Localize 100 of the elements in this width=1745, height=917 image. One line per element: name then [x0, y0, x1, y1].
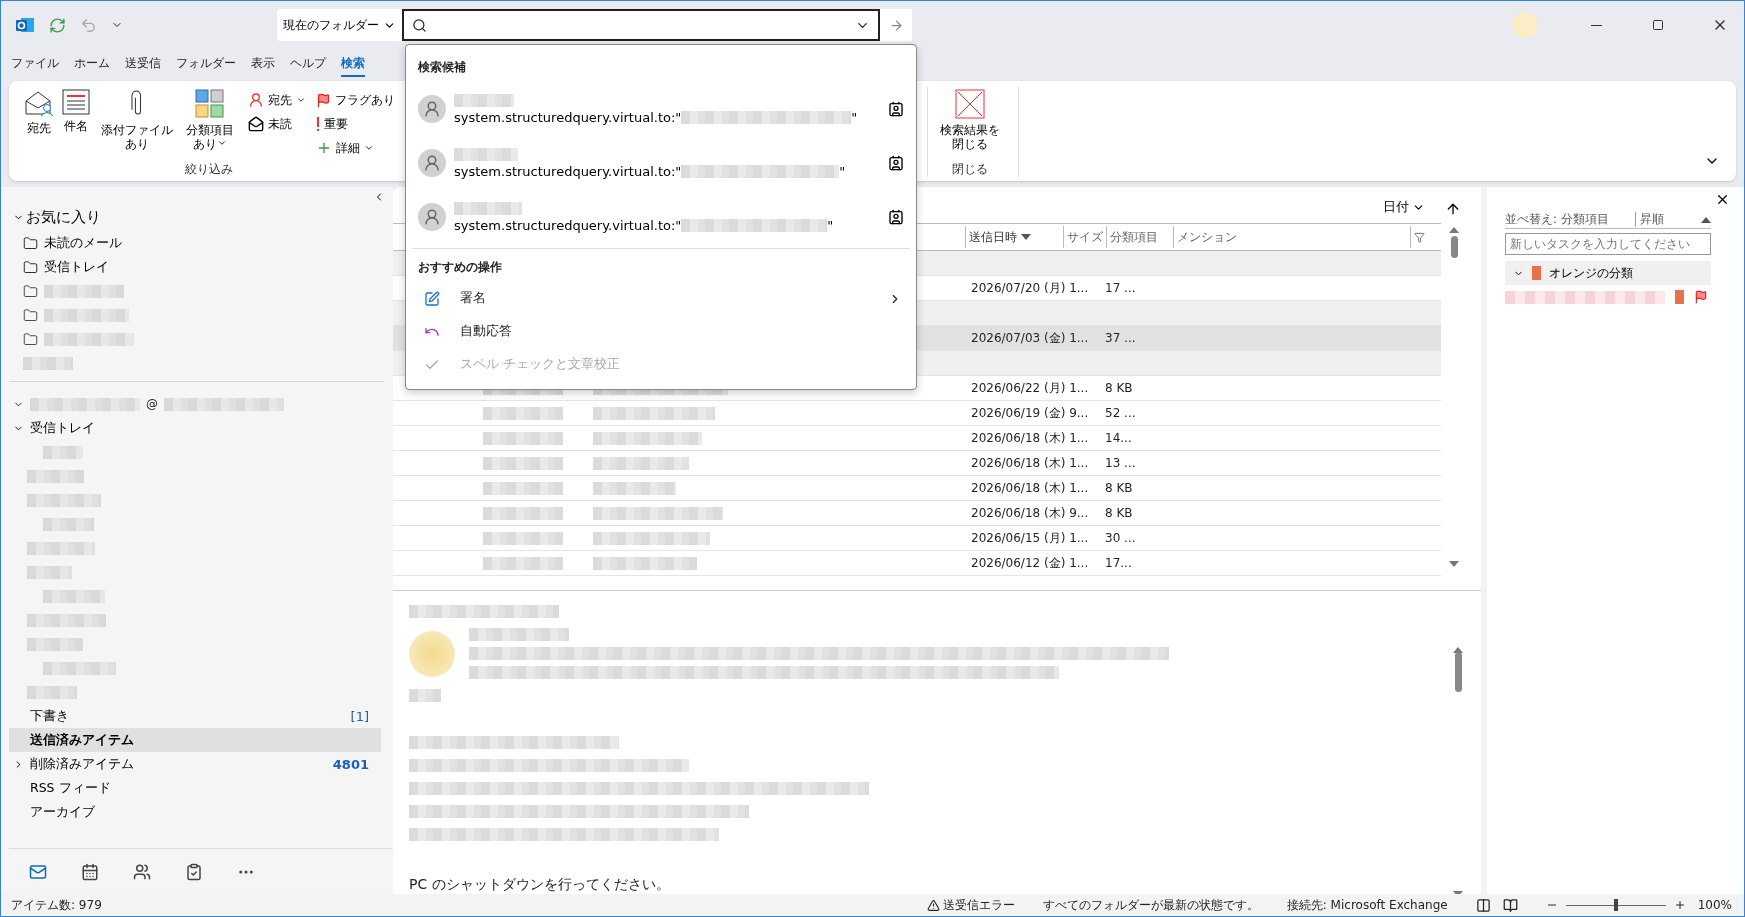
menu-tab[interactable]: フォルダー [176, 51, 236, 77]
redacted-text [454, 201, 522, 215]
size-cell-text: 30 ... [1104, 531, 1136, 545]
person-avatar-icon [418, 95, 446, 123]
caret-icon [296, 95, 307, 105]
scroll-up-icon [1449, 227, 1459, 233]
sent-date-cell-text: 2026/06/22 (月) 1... [970, 379, 1090, 397]
menu-tab[interactable]: ヘルプ [290, 51, 326, 77]
close-icon [954, 89, 985, 119]
sort-by-button[interactable]: 並べ替え: 分類項目 [1505, 212, 1635, 227]
flag-icon [1694, 290, 1708, 304]
folder-item[interactable]: アーカイブ [9, 800, 381, 824]
query-text: system.structuredquery.virtual.to:" [454, 217, 682, 233]
folder-icon [23, 331, 38, 347]
folder-icon [23, 307, 38, 323]
redacted-text [27, 685, 77, 699]
menu-tab[interactable]: 表示 [251, 51, 275, 77]
column-header[interactable]: サイズ [1062, 226, 1106, 248]
ribbon-button[interactable]: 添付ファイルあり [95, 87, 179, 162]
contact-card-icon [888, 155, 904, 171]
column-header[interactable]: メンション [1173, 226, 1411, 248]
ribbon-button[interactable]: 検索結果を閉じる [934, 87, 1006, 162]
search-scope-dropdown[interactable]: 現在のフォルダー [277, 9, 402, 41]
size-cell-text: 52 ... [1104, 406, 1136, 420]
redacted-text [43, 445, 83, 459]
size-cell-text: 8 KB [1104, 381, 1133, 395]
reading-view-icon[interactable] [1502, 897, 1518, 913]
color-squares-icon [195, 89, 226, 119]
error-status[interactable]: 送受信エラー [926, 896, 1015, 914]
search-icon [412, 17, 427, 33]
menu-tab[interactable]: ホーム [74, 51, 110, 77]
section-title: おすすめの操作 [417, 259, 503, 276]
redacted-text [454, 93, 514, 107]
undo-icon[interactable] [80, 16, 97, 34]
favorites-header[interactable]: お気に入り [9, 203, 105, 231]
folder-item[interactable]: 送信済みアイテム [9, 728, 381, 752]
contact-suggestion[interactable]: system.structuredquery.virtual.to:" " [406, 136, 916, 190]
normal-view-icon[interactable] [1475, 897, 1491, 913]
zoom-level: 100% [1697, 898, 1732, 912]
scroll-down-icon [1449, 561, 1459, 567]
sync-icon[interactable] [49, 16, 66, 34]
scrollbar-thumb[interactable] [1450, 236, 1458, 258]
menu-tab[interactable]: 検索 [341, 51, 365, 77]
sort-order-button[interactable]: 昇順 [1635, 212, 1664, 227]
sent-date-cell-text: 2026/06/15 (月) 1... [970, 529, 1090, 547]
query-text: " [827, 217, 834, 233]
new-task-field[interactable]: 新しいタスクを入力してください [1505, 233, 1711, 255]
sent-date-cell-text: 2026/06/18 (木) 1... [970, 454, 1090, 472]
folder-item[interactable]: RSS フィード [9, 776, 381, 800]
favorite-folder[interactable]: 未読のメール [9, 231, 381, 255]
folder-icon [23, 259, 38, 275]
contact-suggestion[interactable]: system.structuredquery.virtual.to:" " [406, 82, 916, 136]
ribbon-button[interactable]: フラグあり [314, 89, 398, 111]
flag-filter-icon [1414, 231, 1426, 243]
scrollbar[interactable] [1451, 647, 1465, 894]
category-group-header[interactable]: オレンジの分類 [1505, 261, 1711, 285]
sender-avatar [409, 630, 455, 677]
folder-item[interactable]: 削除済みアイテム 4801 [9, 752, 381, 776]
group-label: 閉じる [951, 162, 988, 177]
ribbon-button[interactable]: 未読 [246, 113, 309, 135]
size-cell-text: 8 KB [1104, 506, 1133, 520]
menu-tab[interactable]: 送受信 [125, 51, 161, 77]
folder-item[interactable]: 下書き [1] [9, 704, 381, 728]
sent-date-cell-text: 2026/07/20 (月) 1... [970, 279, 1090, 297]
redacted-text [454, 147, 518, 161]
search-go-button[interactable] [880, 9, 912, 41]
scrollbar[interactable] [1447, 227, 1461, 567]
section-title: 検索候補 [417, 59, 467, 76]
pen-document-icon [424, 290, 440, 307]
contact-card-icon [888, 101, 904, 117]
column-header[interactable]: 送信日時 [965, 226, 1063, 248]
redacted-text [43, 517, 94, 531]
folder-item[interactable]: 受信トレイ [9, 416, 381, 440]
contact-suggestion[interactable]: system.structuredquery.virtual.to:" " [406, 190, 916, 244]
ribbon-button[interactable]: 宛先 [21, 87, 57, 162]
size-cell-text: 8 KB [1104, 481, 1133, 495]
ribbon-button[interactable]: 重要 [314, 113, 398, 135]
search-field[interactable] [402, 9, 880, 41]
redacted-text [409, 689, 441, 702]
sent-date-cell-text: 2026/06/12 (金) 1... [970, 554, 1090, 572]
ribbon-button[interactable]: 詳細 [314, 137, 398, 159]
menu-tab[interactable]: ファイル [11, 51, 59, 77]
redacted-text [27, 637, 83, 651]
scrollbar-thumb[interactable] [1454, 652, 1462, 692]
size-cell-text: 17 ... [1104, 281, 1136, 295]
ribbon-button[interactable]: 件名 [59, 87, 93, 162]
query-text: system.structuredquery.virtual.to:" [454, 163, 682, 179]
redacted-text [43, 589, 105, 603]
close-icon [1715, 192, 1730, 207]
ribbon-button[interactable]: 宛先 [246, 89, 309, 111]
redacted-text [27, 541, 95, 555]
favorite-folder[interactable]: 受信トレイ [9, 255, 381, 279]
sort-direction-button[interactable] [1445, 201, 1461, 217]
ribbon-button[interactable]: 分類項目あり [180, 87, 241, 162]
slider-thumb[interactable] [1613, 899, 1618, 911]
sent-date-cell-text: 2026/06/18 (木) 9... [970, 504, 1090, 522]
person-icon [248, 92, 265, 108]
arrange-by-button[interactable]: 日付 [1377, 198, 1431, 217]
sent-date-cell-text: 2026/06/18 (木) 1... [970, 429, 1090, 447]
column-header[interactable]: 分類項目 [1105, 226, 1174, 248]
